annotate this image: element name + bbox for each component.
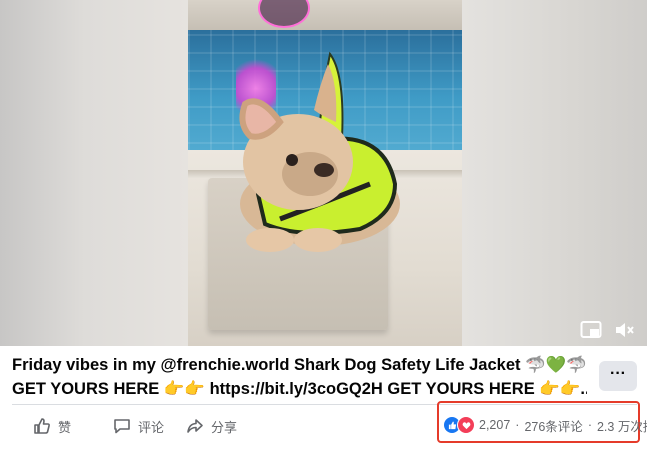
video-frame bbox=[188, 0, 462, 346]
stats-separator: · bbox=[587, 418, 592, 432]
like-label: 赞 bbox=[58, 419, 72, 435]
post-stats: 2,207 · 276条评论 · 2.3 万次播放 bbox=[444, 415, 647, 435]
share-label: 分享 bbox=[211, 419, 238, 435]
love-reaction-icon bbox=[457, 416, 475, 434]
picture-in-picture-icon[interactable] bbox=[580, 320, 602, 340]
post-caption: Friday vibes in my @frenchie.world Shark… bbox=[12, 353, 587, 401]
share-arrow-icon bbox=[187, 419, 203, 433]
comments-count[interactable]: 276条评论 bbox=[524, 416, 582, 435]
volume-muted-icon[interactable] bbox=[613, 320, 635, 340]
caption-line-2[interactable]: GET YOURS HERE 👉👉 https://bit.ly/3coGQ2H… bbox=[12, 377, 587, 401]
views-count: 2.3 万次播放 bbox=[596, 419, 647, 434]
like-button[interactable]: 赞 bbox=[33, 416, 71, 436]
video-player[interactable] bbox=[0, 0, 647, 346]
video-blur-background-right bbox=[462, 0, 647, 346]
more-options-button[interactable]: ··· bbox=[599, 361, 637, 391]
video-blur-background-left bbox=[0, 0, 188, 346]
caption-line-1: Friday vibes in my @frenchie.world Shark… bbox=[12, 356, 587, 374]
comment-button[interactable]: 评论 bbox=[113, 416, 164, 436]
comment-label: 评论 bbox=[138, 419, 165, 435]
thumbs-up-icon bbox=[34, 418, 50, 434]
comment-bubble-icon bbox=[114, 419, 130, 434]
reactions-count[interactable]: 2,207 bbox=[479, 418, 510, 432]
stats-separator: · bbox=[515, 418, 520, 432]
share-button[interactable]: 分享 bbox=[186, 416, 237, 436]
french-bulldog-in-life-jacket bbox=[239, 51, 400, 252]
